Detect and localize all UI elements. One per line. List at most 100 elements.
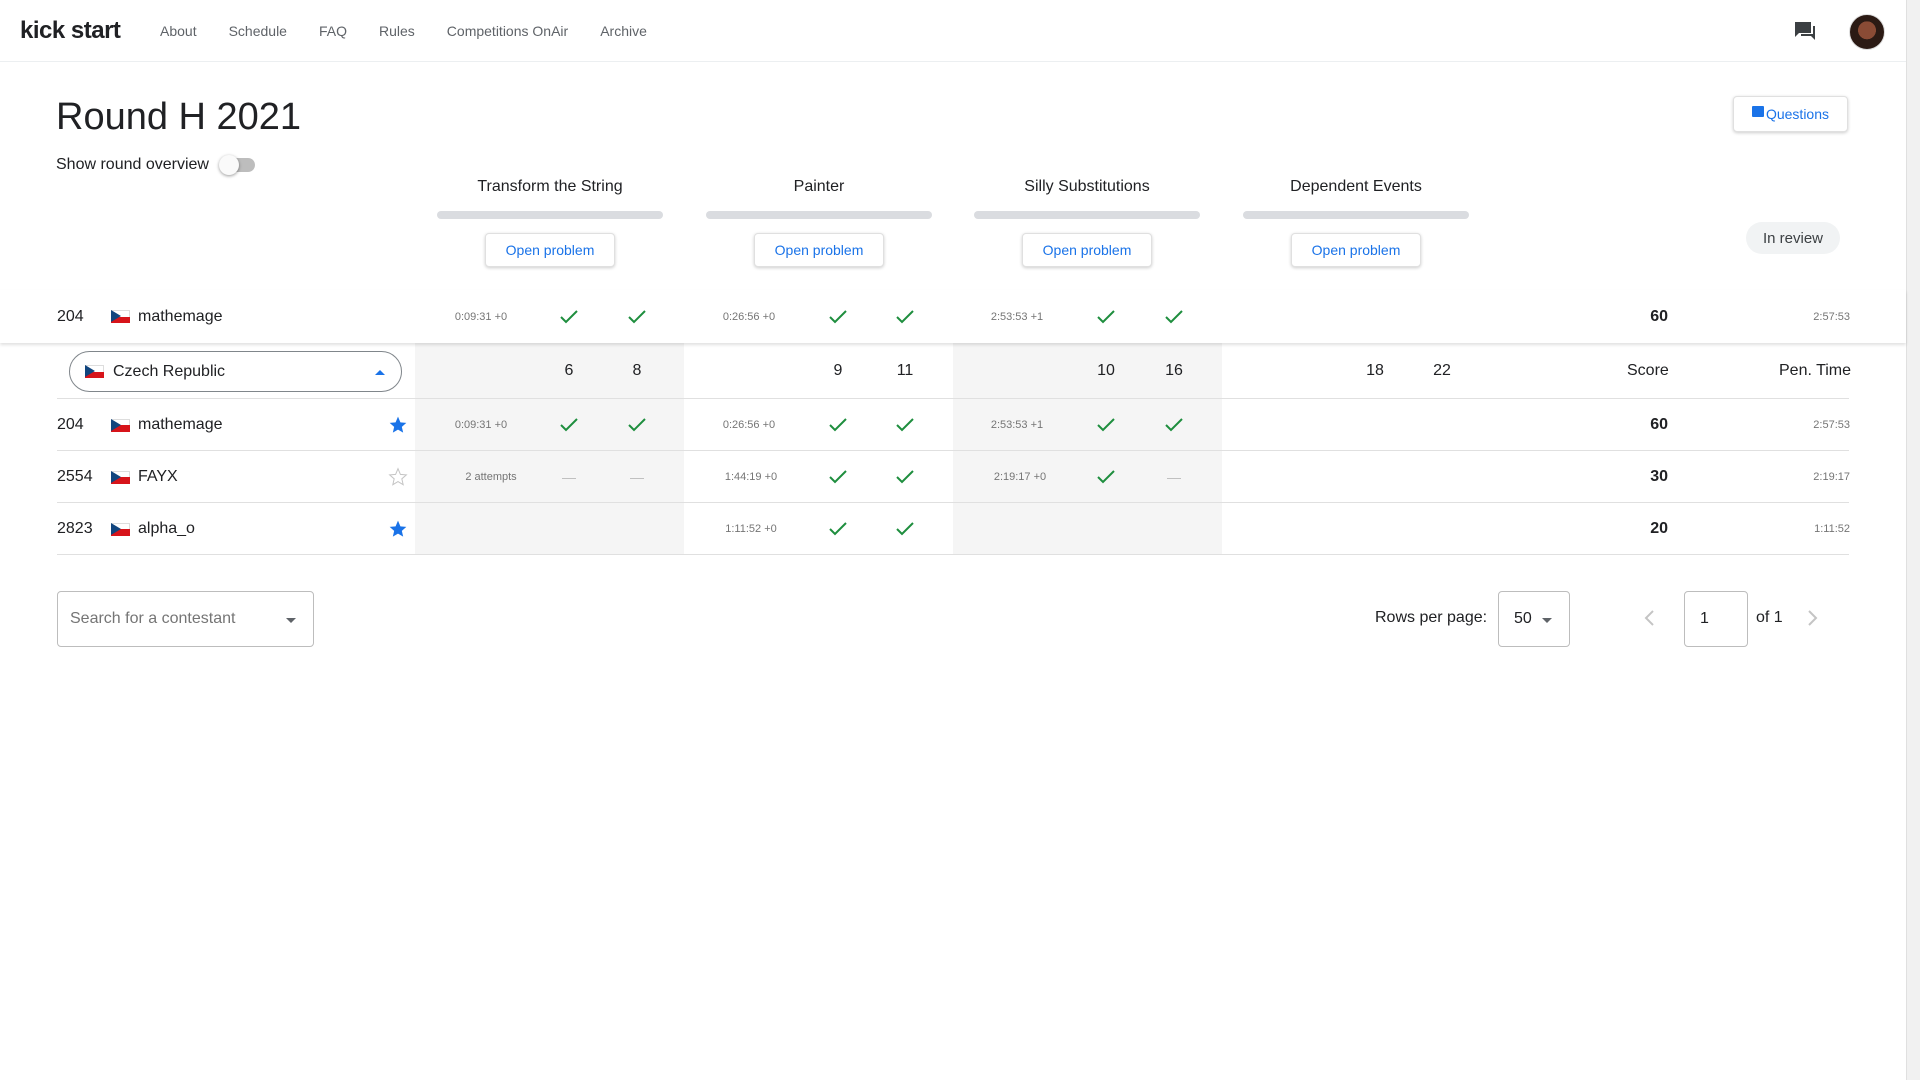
dash-icon: — <box>630 469 644 485</box>
check-icon <box>627 399 647 451</box>
czech-flag-icon <box>111 503 130 555</box>
rows-per-page-value: 50 <box>1514 610 1532 627</box>
questions-button-label: Questions <box>1765 106 1830 122</box>
page-scrollbar[interactable] <box>1906 0 1920 1080</box>
contestant-name[interactable]: mathemage <box>138 290 223 343</box>
penalty-time: 2:57:53 <box>1813 310 1850 323</box>
open-problem-button[interactable]: Open problem <box>754 233 884 267</box>
contestant-search-input[interactable]: Search for a contestant <box>57 591 314 647</box>
chat-icon[interactable] <box>1793 20 1817 42</box>
score-column-header[interactable]: Score <box>1627 343 1669 399</box>
search-placeholder: Search for a contestant <box>70 610 236 627</box>
round-overview-toggle-row: Show round overview <box>56 155 255 175</box>
score: 60 <box>1650 416 1668 433</box>
star-filled-icon[interactable] <box>388 399 408 451</box>
check-icon <box>895 399 915 451</box>
problem-header-1: Transform the String Open problem <box>437 178 663 267</box>
czech-flag-icon <box>111 451 130 503</box>
check-icon <box>1096 290 1116 343</box>
top-app-bar: kick start About Schedule FAQ Rules Comp… <box>0 0 1906 62</box>
round-title: Round H 2021 <box>56 96 302 138</box>
penalty-time: 1:11:52 <box>1814 523 1850 535</box>
main-nav: About Schedule FAQ Rules Competitions On… <box>160 23 679 39</box>
open-problem-button[interactable]: Open problem <box>1291 233 1421 267</box>
round-status-chip: In review <box>1746 222 1840 254</box>
score: 60 <box>1650 307 1668 325</box>
country-filter-select[interactable]: Czech Republic <box>69 351 402 392</box>
check-icon <box>895 503 915 555</box>
check-icon <box>828 451 848 503</box>
row-divider <box>57 554 1849 555</box>
page-number-input[interactable]: 1 <box>1684 591 1748 647</box>
czech-flag-icon <box>111 290 130 343</box>
submission-time: 2:53:53 +1 <box>990 310 1044 323</box>
user-avatar[interactable] <box>1849 14 1885 50</box>
question-bubble-icon <box>1751 105 1764 117</box>
check-icon <box>828 503 848 555</box>
open-problem-button[interactable]: Open problem <box>1022 233 1152 267</box>
penalty-time-column-header[interactable]: Pen. Time <box>1779 343 1851 399</box>
check-icon <box>1096 399 1116 451</box>
dash-icon: — <box>562 469 576 485</box>
submission-time: 2:19:17 +0 <box>993 471 1047 483</box>
check-icon <box>895 451 915 503</box>
score: 20 <box>1650 520 1668 537</box>
problem-progress-bar <box>437 211 663 219</box>
contestant-name[interactable]: alpha_o <box>138 503 195 555</box>
questions-button[interactable]: Questions <box>1733 96 1848 132</box>
submission-time: 1:11:52 +0 <box>725 523 777 535</box>
country-filter-value: Czech Republic <box>113 362 226 380</box>
visible-points: 10 <box>1097 362 1115 379</box>
czech-flag-icon <box>85 365 104 378</box>
check-icon <box>1096 451 1116 503</box>
check-icon <box>895 290 915 343</box>
visible-points: 18 <box>1366 362 1384 379</box>
star-outline-icon[interactable] <box>388 451 408 503</box>
kickstart-logo[interactable]: kick start <box>20 17 121 45</box>
problem-progress-bar <box>974 211 1200 219</box>
score: 30 <box>1650 468 1668 485</box>
hidden-points: 22 <box>1433 362 1451 379</box>
problem-title: Dependent Events <box>1290 178 1422 195</box>
problem-progress-bar <box>1243 211 1469 219</box>
check-icon <box>828 290 848 343</box>
submission-time: 0:09:31 +0 <box>454 310 508 323</box>
scoreboard-header-row: Czech Republic 6 8 9 11 10 16 18 22 Scor… <box>0 343 1906 399</box>
open-problem-button[interactable]: Open problem <box>485 233 615 267</box>
chevron-right-icon[interactable] <box>1802 606 1822 630</box>
submission-time: 0:09:31 +0 <box>454 419 508 431</box>
problem-title: Painter <box>793 178 845 195</box>
check-icon <box>559 399 579 451</box>
rows-per-page-label: Rows per page: <box>1375 609 1488 626</box>
contestant-name[interactable]: mathemage <box>138 399 223 451</box>
table-row: 2823 alpha_o 1:11:52 +0 20 1:11:52 <box>0 503 1906 555</box>
rank: 2823 <box>57 520 93 537</box>
nav-competitions-onair[interactable]: Competitions OnAir <box>447 23 568 39</box>
chevron-left-icon[interactable] <box>1640 606 1660 630</box>
my-scoreboard-row: 204 mathemage 0:09:31 +0 0:26:56 +0 2:53… <box>0 290 1906 343</box>
check-icon <box>559 290 579 343</box>
rows-per-page-select[interactable]: 50 <box>1498 591 1570 647</box>
star-filled-icon[interactable] <box>388 503 408 555</box>
nav-rules[interactable]: Rules <box>379 23 415 39</box>
contestant-name[interactable]: FAYX <box>138 451 178 503</box>
czech-flag-icon <box>111 399 130 451</box>
penalty-time: 2:57:53 <box>1813 419 1850 431</box>
chevron-down-icon <box>1542 618 1552 623</box>
submission-time: 2:53:53 +1 <box>990 419 1044 431</box>
penalty-time: 2:19:17 <box>1813 471 1850 483</box>
dash-icon: — <box>1167 469 1181 485</box>
page-total-label: of 1 <box>1756 609 1783 626</box>
submission-time: 0:26:56 +0 <box>722 419 776 431</box>
rank: 204 <box>57 416 84 433</box>
nav-faq[interactable]: FAQ <box>319 23 347 39</box>
nav-schedule[interactable]: Schedule <box>229 23 287 39</box>
round-overview-toggle[interactable] <box>218 155 255 175</box>
nav-about[interactable]: About <box>160 23 197 39</box>
check-icon <box>1164 290 1184 343</box>
table-row: 2554 FAYX 2 attempts — — 1:44:19 +0 2:19… <box>0 451 1906 503</box>
round-overview-label: Show round overview <box>56 156 209 173</box>
nav-archive[interactable]: Archive <box>600 23 647 39</box>
problem-header-4: Dependent Events Open problem <box>1243 178 1469 267</box>
chevron-up-icon <box>375 370 385 375</box>
